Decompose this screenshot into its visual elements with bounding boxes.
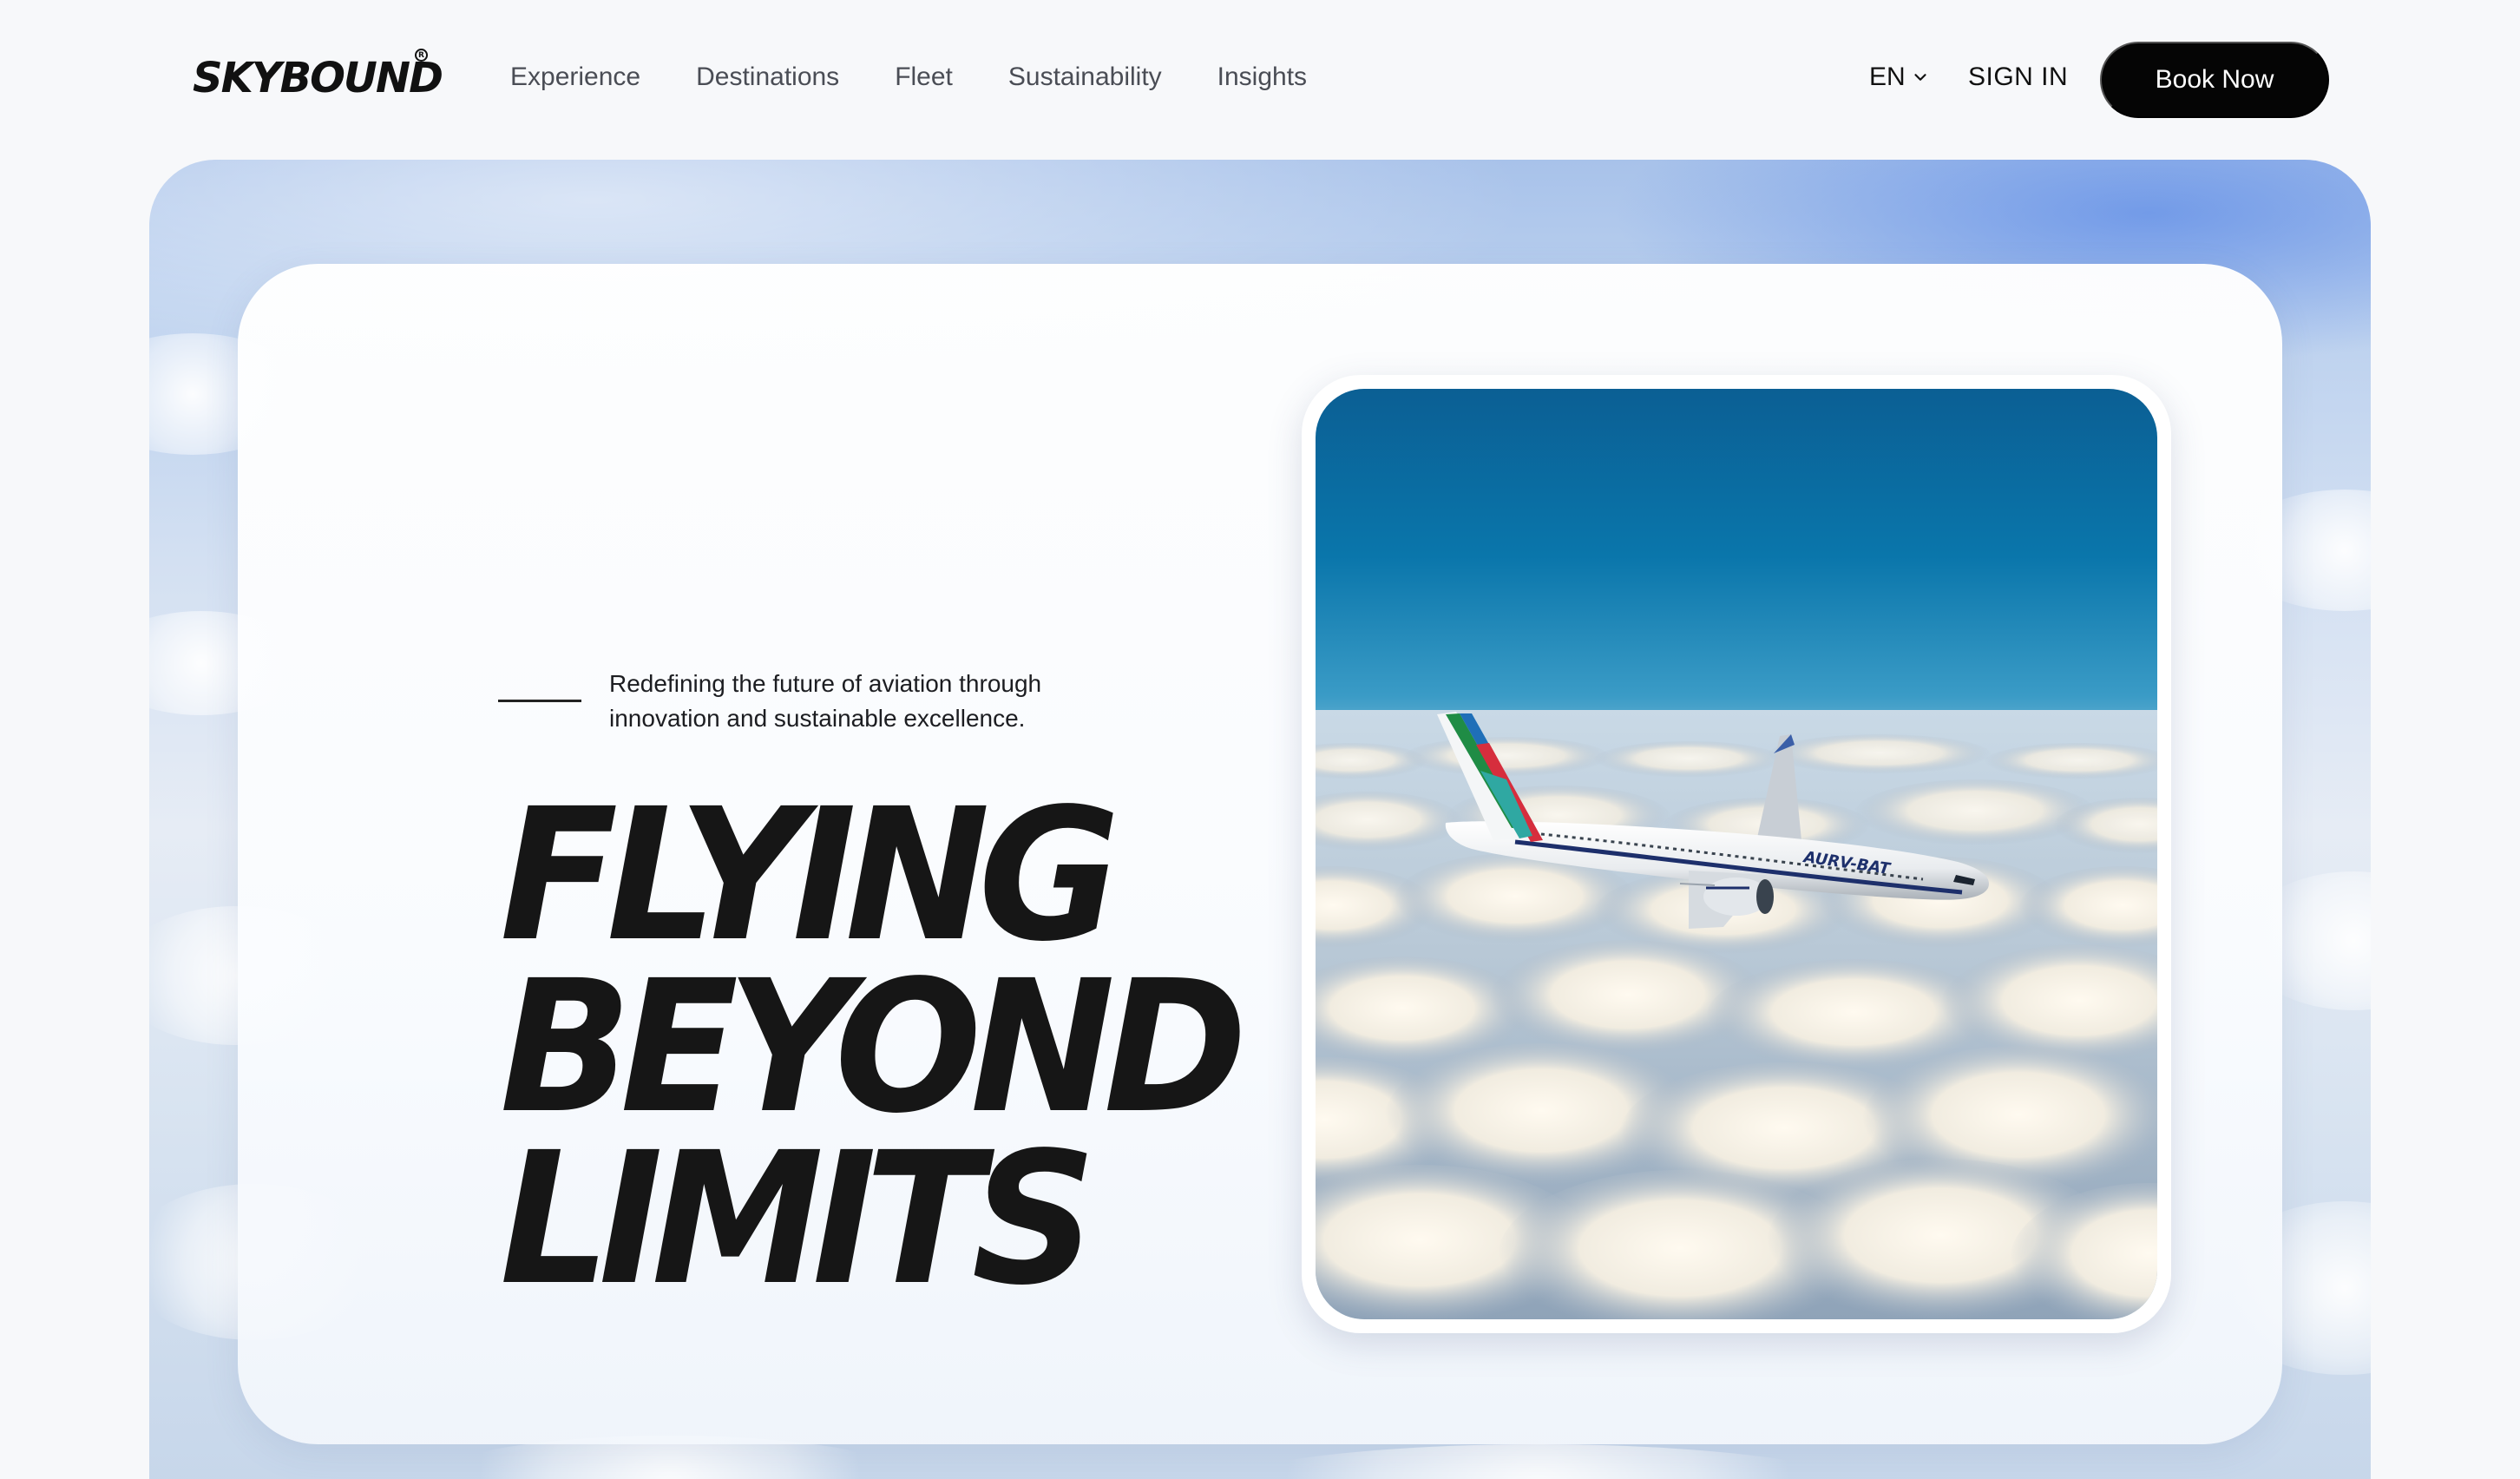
cloud-decoration [1191, 1444, 1885, 1479]
hero-photo-frame: AURV-BAT [1302, 375, 2171, 1333]
hero-tagline: Redefining the future of aviation throug… [609, 667, 1147, 736]
language-selector[interactable]: EN [1869, 62, 1930, 92]
airplane-over-clouds-photo: AURV-BAT [1316, 389, 2157, 1319]
hero-headline: FLYING BEYOND LIMITS [500, 769, 1247, 1325]
nav-link-insights[interactable]: Insights [1217, 62, 1307, 92]
book-now-button[interactable]: Book Now [2100, 42, 2329, 118]
nav-link-sustainability[interactable]: Sustainability [1008, 62, 1162, 92]
headline-line-1: FLYING [500, 769, 1120, 982]
headline-line-2: BEYOND [500, 941, 1247, 1154]
registered-mark-icon: R [415, 49, 428, 62]
top-navigation: SKYBOUND R Experience Destinations Fleet… [0, 0, 2520, 160]
language-label: EN [1869, 62, 1906, 91]
nav-link-destinations[interactable]: Destinations [696, 62, 839, 92]
landing-page: SKYBOUND R Experience Destinations Fleet… [0, 0, 2520, 1479]
sign-in-link[interactable]: SIGN IN [1968, 62, 2068, 92]
nav-link-fleet[interactable]: Fleet [895, 62, 953, 92]
brand-logo[interactable]: SKYBOUND R [193, 49, 443, 102]
airplane-photo-illustration: AURV-BAT [1316, 389, 2157, 1319]
chevron-down-icon [1914, 74, 1926, 81]
tagline-divider [498, 700, 581, 702]
tagline-line-2: innovation and sustainable excellence. [609, 705, 1026, 732]
cloud-layer [1316, 734, 2157, 1319]
headline-line-3: LIMITS [500, 1113, 1096, 1325]
primary-nav: Experience Destinations Fleet Sustainabi… [510, 62, 1362, 92]
brand-name: SKYBOUND [193, 54, 443, 102]
nav-link-experience[interactable]: Experience [510, 62, 640, 92]
tagline-line-1: Redefining the future of aviation throug… [609, 670, 1042, 697]
